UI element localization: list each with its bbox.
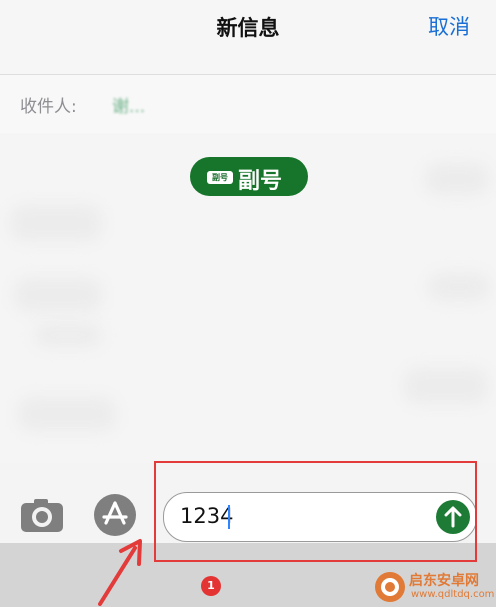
line-chip-icon: 副号 <box>207 171 233 184</box>
text-caret <box>228 505 230 529</box>
line-label: 副号 <box>238 169 283 194</box>
app-store-button[interactable] <box>90 492 140 538</box>
message-input[interactable]: 1234 <box>163 492 477 542</box>
send-button[interactable] <box>436 500 470 534</box>
step-number-badge: 1 <box>201 576 221 596</box>
watermark-logo: 启东安卓网 www.qdltdq.com <box>371 567 496 607</box>
watermark-brand: 启东安卓网 <box>409 573 479 589</box>
recipient-row[interactable]: 收件人: 谢... <box>0 74 496 134</box>
watermark-icon <box>375 572 405 602</box>
message-input-text: 1234 <box>180 504 234 528</box>
navigation-header: 新信息 取消 <box>0 0 496 74</box>
recipient-label: 收件人: <box>20 97 77 117</box>
camera-icon <box>21 499 63 532</box>
line-selector-badge[interactable]: 副号 副号 <box>190 157 308 196</box>
recipient-name[interactable]: 谢... <box>112 92 145 117</box>
annotation-arrow <box>98 539 142 606</box>
page-title: 新信息 <box>216 16 280 40</box>
app-store-icon <box>94 494 136 536</box>
send-arrow-icon <box>444 506 462 528</box>
cancel-button[interactable]: 取消 <box>428 11 470 41</box>
camera-button[interactable] <box>20 496 64 534</box>
watermark-url: www.qdltdq.com <box>411 589 495 600</box>
